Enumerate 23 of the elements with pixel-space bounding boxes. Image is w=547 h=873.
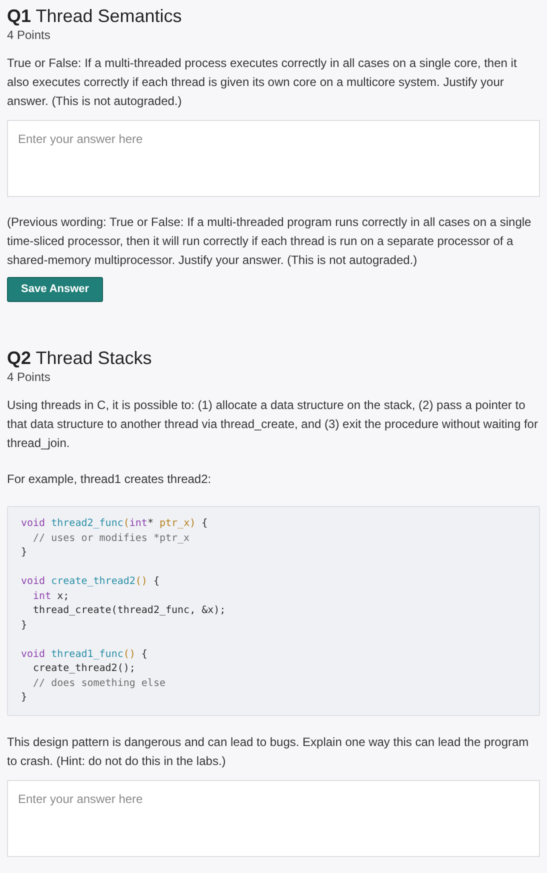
question-text: Using threads in C, it is possible to: (1) allocate a data structure on the stack, (2) pass a pointer to that data structure to another thread via thread_create, and (3) exit the procedure without waiting for thread_join. (7, 397, 539, 452)
answer-field[interactable]: Enter your answer here (7, 780, 540, 856)
code-line: void thread2_func(int* ptr_x) { (21, 517, 209, 531)
code-line: // does something else (32, 676, 166, 690)
code-line: create_thread2(); (32, 662, 136, 676)
code-line: thread_create(thread2_func, &x); (32, 604, 227, 618)
question-text: For example, thread1 creates thread2: (7, 471, 212, 488)
question-text: (Previous wording: True or False: If a multi-threaded program runs correctly in all cases on a single time-sliced processor, then it will run correctly if each thread is run on a separate processor of a shared-memory multiprocessor. Justify your answer. (This is not autograded.) (7, 214, 532, 269)
code-line: void create_thread2() { (21, 575, 160, 589)
question-title: Q1 Thread Semantics (7, 5, 183, 28)
code-line: } (21, 618, 28, 632)
points-label: 4 Points (7, 370, 52, 385)
question-text: This design pattern is dangerous and can lead to bugs. Explain one way this can lead the program to crash. (Hint: do not do this in the labs.) (7, 734, 530, 770)
code-line: void thread1_func() { (21, 648, 148, 662)
code-line: int x; (32, 590, 70, 604)
code-line: } (21, 691, 28, 705)
points-label: 4 Points (7, 28, 52, 43)
question-title: Q2 Thread Stacks (7, 347, 153, 370)
answer-field[interactable]: Enter your answer here (7, 120, 540, 197)
code-line: // uses or modifies *ptr_x (32, 532, 191, 546)
question-text: True or False: If a multi-threaded process executes correctly in all cases on a single core, then it also executes correctly if each thread is given its own core on a multicore system. Justify your answer. (This is not autograded.) (7, 55, 518, 110)
code-line: } (21, 546, 28, 560)
save-answer-button[interactable]: Save Answer (7, 277, 104, 302)
